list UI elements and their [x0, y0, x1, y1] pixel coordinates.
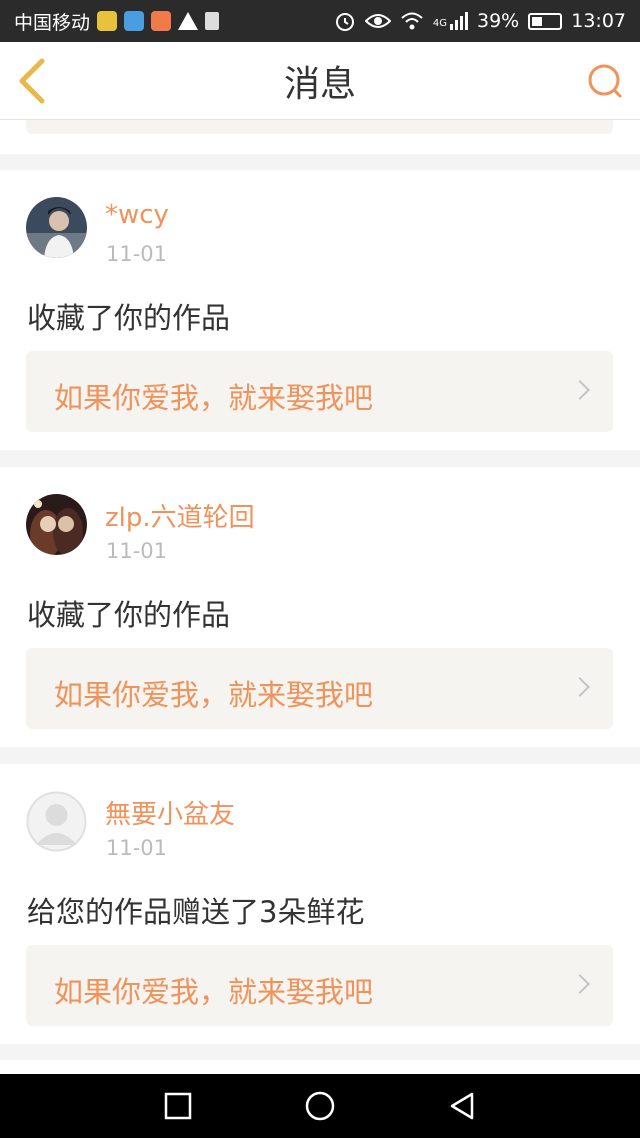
home-icon — [305, 1091, 335, 1121]
network-type-label: 4G — [432, 18, 447, 29]
system-back-button[interactable] — [422, 1074, 502, 1138]
clock: 13:07 — [571, 10, 626, 32]
sd-card-icon — [205, 12, 220, 30]
navigation-bar — [0, 1074, 640, 1138]
work-link[interactable]: 如果你爱我，就来娶我吧 — [26, 648, 613, 729]
previous-card-remnant — [0, 120, 640, 154]
warning-icon — [178, 12, 199, 30]
notification-app-icon — [151, 11, 172, 31]
message-date: 11-01 — [106, 836, 168, 860]
wifi-icon — [401, 12, 423, 30]
alarm-icon — [335, 13, 354, 31]
message-date: 11-01 — [106, 539, 168, 563]
avatar[interactable] — [26, 494, 87, 555]
message-card[interactable]: zlp.六道轮回 11-01 收藏了你的作品 如果你爱我，就来娶我吧 — [0, 467, 640, 747]
recent-apps-icon — [164, 1092, 192, 1120]
battery-icon — [528, 12, 563, 30]
notification-app-icon — [97, 11, 118, 31]
username[interactable]: *wcy — [105, 200, 169, 230]
message-card[interactable]: 無要小盆友 11-01 给您的作品赠送了3朵鲜花 如果你爱我，就来娶我吧 — [0, 764, 640, 1044]
avatar[interactable] — [26, 791, 87, 852]
chevron-right-icon — [570, 380, 590, 400]
message-list[interactable]: *wcy 11-01 收藏了你的作品 如果你爱我，就来娶我吧 zlp.六道轮回 … — [0, 120, 640, 1074]
home-button[interactable] — [280, 1074, 360, 1138]
work-link[interactable]: 如果你爱我，就来娶我吧 — [26, 945, 613, 1026]
message-text: 给您的作品赠送了3朵鲜花 — [27, 895, 365, 929]
previous-work-link[interactable] — [26, 120, 613, 134]
work-title: 如果你爱我，就来娶我吧 — [54, 381, 374, 415]
status-left: 中国移动 — [14, 8, 220, 35]
header: 消息 — [0, 42, 640, 120]
message-text: 收藏了你的作品 — [27, 301, 231, 335]
chevron-right-icon — [570, 677, 590, 697]
avatar[interactable] — [26, 197, 87, 258]
chevron-left-icon — [19, 58, 45, 104]
search-icon — [588, 64, 622, 98]
work-link[interactable]: 如果你爱我，就来娶我吧 — [26, 351, 613, 432]
back-icon — [450, 1092, 474, 1120]
back-button[interactable] — [16, 56, 56, 106]
notification-app-icon — [124, 11, 145, 31]
status-right: 4G 39% 13:07 — [334, 10, 626, 32]
chevron-right-icon — [570, 974, 590, 994]
message-date: 11-01 — [106, 242, 168, 266]
carrier-label: 中国移动 — [14, 11, 91, 34]
signal-icon — [450, 12, 468, 30]
message-text: 收藏了你的作品 — [27, 598, 231, 632]
page-title: 消息 — [283, 63, 356, 105]
work-title: 如果你爱我，就来娶我吧 — [54, 975, 374, 1009]
message-card[interactable]: *wcy 11-01 收藏了你的作品 如果你爱我，就来娶我吧 — [0, 170, 640, 450]
username[interactable]: 無要小盆友 — [105, 794, 235, 831]
battery-percent: 39% — [477, 10, 520, 32]
username[interactable]: zlp.六道轮回 — [105, 497, 255, 534]
search-button[interactable] — [586, 62, 624, 100]
eye-icon — [364, 14, 391, 28]
recent-apps-button[interactable] — [138, 1074, 218, 1138]
work-title: 如果你爱我，就来娶我吧 — [54, 678, 374, 712]
status-bar: 中国移动 4G 39% 13:07 — [0, 0, 640, 42]
next-card-remnant — [0, 1060, 640, 1074]
